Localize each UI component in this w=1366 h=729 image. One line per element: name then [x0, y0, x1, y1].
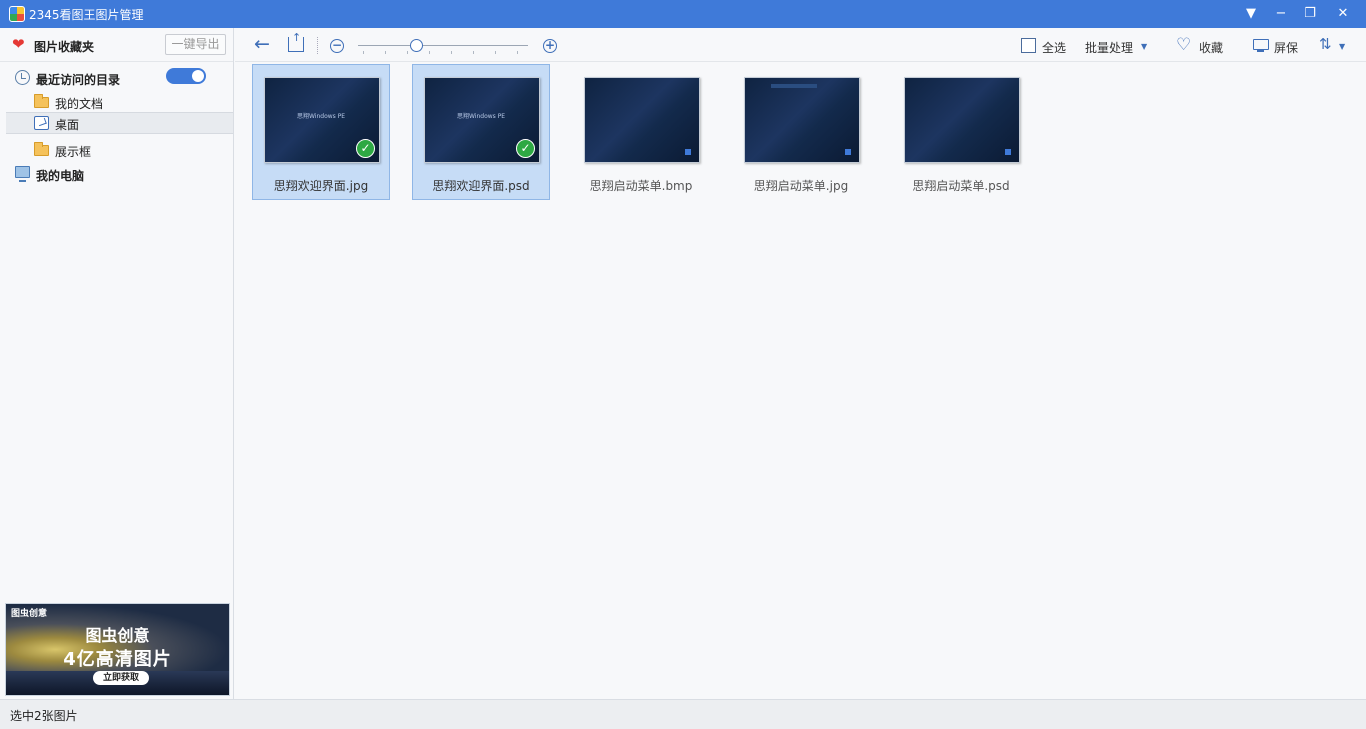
clock-icon	[15, 70, 30, 85]
zoom-slider-track[interactable]	[358, 45, 528, 46]
ad-subheadline: 4亿高清图片	[63, 649, 172, 670]
thumbnail-image: 思翔Windows PE ✓	[264, 77, 380, 163]
zoom-in-icon[interactable]: +	[543, 39, 557, 53]
slider-tick	[363, 51, 364, 54]
thumbnail-grid: 思翔Windows PE ✓ 思翔欢迎界面.jpg 思翔Windows PE ✓…	[235, 63, 1366, 699]
close-button[interactable]: ✕	[1328, 0, 1358, 28]
favorite-heart-icon[interactable]: ♡	[1176, 37, 1194, 54]
slider-tick	[517, 51, 518, 54]
up-folder-icon[interactable]: ↑	[288, 32, 304, 52]
thumbnail-caption: 思翔Windows PE	[457, 113, 506, 120]
thumbnail-filename: 思翔启动菜单.bmp	[589, 179, 693, 193]
slider-tick	[495, 51, 496, 54]
menu-dropdown-icon[interactable]: ▼	[1236, 0, 1266, 28]
checkmark-icon: ✓	[356, 139, 375, 158]
heart-icon: ❤	[12, 35, 25, 53]
sidebar-item-documents[interactable]: 我的文档	[6, 91, 233, 113]
chevron-down-icon[interactable]: ▼	[1141, 42, 1147, 51]
zoom-slider-thumb[interactable]	[410, 39, 423, 52]
thumbnail-menubar	[771, 84, 817, 88]
thumbnail-logo	[685, 149, 691, 155]
selection-status: 选中2张图片	[10, 709, 78, 723]
thumbnail-filename: 思翔欢迎界面.jpg	[273, 179, 369, 193]
computer-label: 我的电脑	[36, 169, 85, 183]
export-button[interactable]: 一键导出	[165, 34, 226, 55]
back-arrow-icon[interactable]: ←	[254, 35, 270, 54]
thumbnail-image: 思翔Windows PE ✓	[424, 77, 540, 163]
thumbnail-image	[744, 77, 860, 163]
slider-tick	[451, 51, 452, 54]
recent-folders-item[interactable]: 最近访问的目录	[6, 67, 233, 89]
thumbnail-caption: 思翔Windows PE	[297, 113, 346, 120]
sidebar-item-desktop[interactable]: 桌面	[6, 112, 233, 134]
sidebar-item-computer[interactable]: 我的电脑	[6, 163, 233, 185]
computer-icon	[15, 166, 30, 182]
sort-icon[interactable]: ⇅	[1319, 36, 1332, 52]
slider-tick	[385, 51, 386, 54]
toolbar: ← ↑ − + 全选 批量处理 ▼ ♡ 收藏 屏保 ⇅ ▼	[235, 28, 1366, 62]
thumbnail-card[interactable]: 思翔Windows PE ✓ 思翔欢迎界面.psd	[412, 64, 550, 200]
thumbnail-filename: 思翔启动菜单.psd	[912, 179, 1010, 193]
slider-tick	[473, 51, 474, 54]
select-all-checkbox[interactable]	[1021, 38, 1036, 53]
toolbar-divider	[317, 37, 318, 54]
thumbnail-filename: 思翔启动菜单.jpg	[753, 179, 849, 193]
folder-icon	[34, 94, 49, 108]
title-bar: 2345看图王图片管理 ▼ − ❐ ✕	[0, 0, 1366, 28]
select-all-label[interactable]: 全选	[1042, 39, 1066, 56]
ad-banner[interactable]: 图虫创意 图虫创意 4亿高清图片 立即获取	[5, 603, 230, 696]
thumbnail-card[interactable]: 思翔启动菜单.psd	[892, 64, 1030, 200]
favorites-header[interactable]: ❤ 图片收藏夹 一键导出	[0, 28, 233, 62]
app-logo-icon	[9, 6, 25, 22]
thumbnail-logo	[1005, 149, 1011, 155]
restore-button[interactable]: ❐	[1295, 0, 1325, 28]
thumbnail-filename: 思翔欢迎界面.psd	[432, 179, 530, 193]
status-bar: 选中2张图片	[0, 699, 1366, 729]
window-title: 2345看图王图片管理	[29, 8, 144, 22]
desktop-icon	[34, 116, 49, 130]
thumbnail-card[interactable]: 思翔启动菜单.jpg	[732, 64, 870, 200]
slider-tick	[429, 51, 430, 54]
thumbnail-image	[904, 77, 1020, 163]
recent-folders-label: 最近访问的目录	[36, 73, 121, 87]
favorite-button[interactable]: 收藏	[1199, 39, 1223, 56]
thumbnail-image	[584, 77, 700, 163]
screensaver-button[interactable]: 屏保	[1274, 39, 1298, 56]
favorites-label: 图片收藏夹	[34, 40, 95, 54]
minimize-button[interactable]: −	[1266, 0, 1296, 28]
batch-process-button[interactable]: 批量处理	[1085, 39, 1133, 56]
slider-tick	[407, 51, 408, 54]
ad-logo: 图虫创意	[11, 609, 48, 619]
sidebar-item-label: 我的文档	[55, 97, 104, 111]
thumbnail-card[interactable]: 思翔Windows PE ✓ 思翔欢迎界面.jpg	[252, 64, 390, 200]
chevron-down-icon[interactable]: ▼	[1339, 42, 1345, 51]
checkmark-icon: ✓	[516, 139, 535, 158]
thumbnail-logo	[845, 149, 851, 155]
sidebar: ❤ 图片收藏夹 一键导出 最近访问的目录 我的文档 桌面 展示框 我的电脑 图虫…	[0, 28, 234, 699]
sidebar-item-label: 桌面	[55, 118, 80, 132]
folder-icon	[34, 142, 49, 156]
thumbnail-card[interactable]: 思翔启动菜单.bmp	[572, 64, 710, 200]
monitor-icon[interactable]	[1253, 39, 1269, 52]
ad-headline: 图虫创意	[85, 626, 150, 645]
zoom-out-icon[interactable]: −	[330, 39, 344, 53]
sidebar-item-label: 展示框	[55, 145, 92, 159]
sidebar-item-showcase[interactable]: 展示框	[6, 139, 233, 161]
recent-toggle[interactable]	[166, 68, 206, 84]
ad-cta-button[interactable]: 立即获取	[93, 671, 149, 685]
